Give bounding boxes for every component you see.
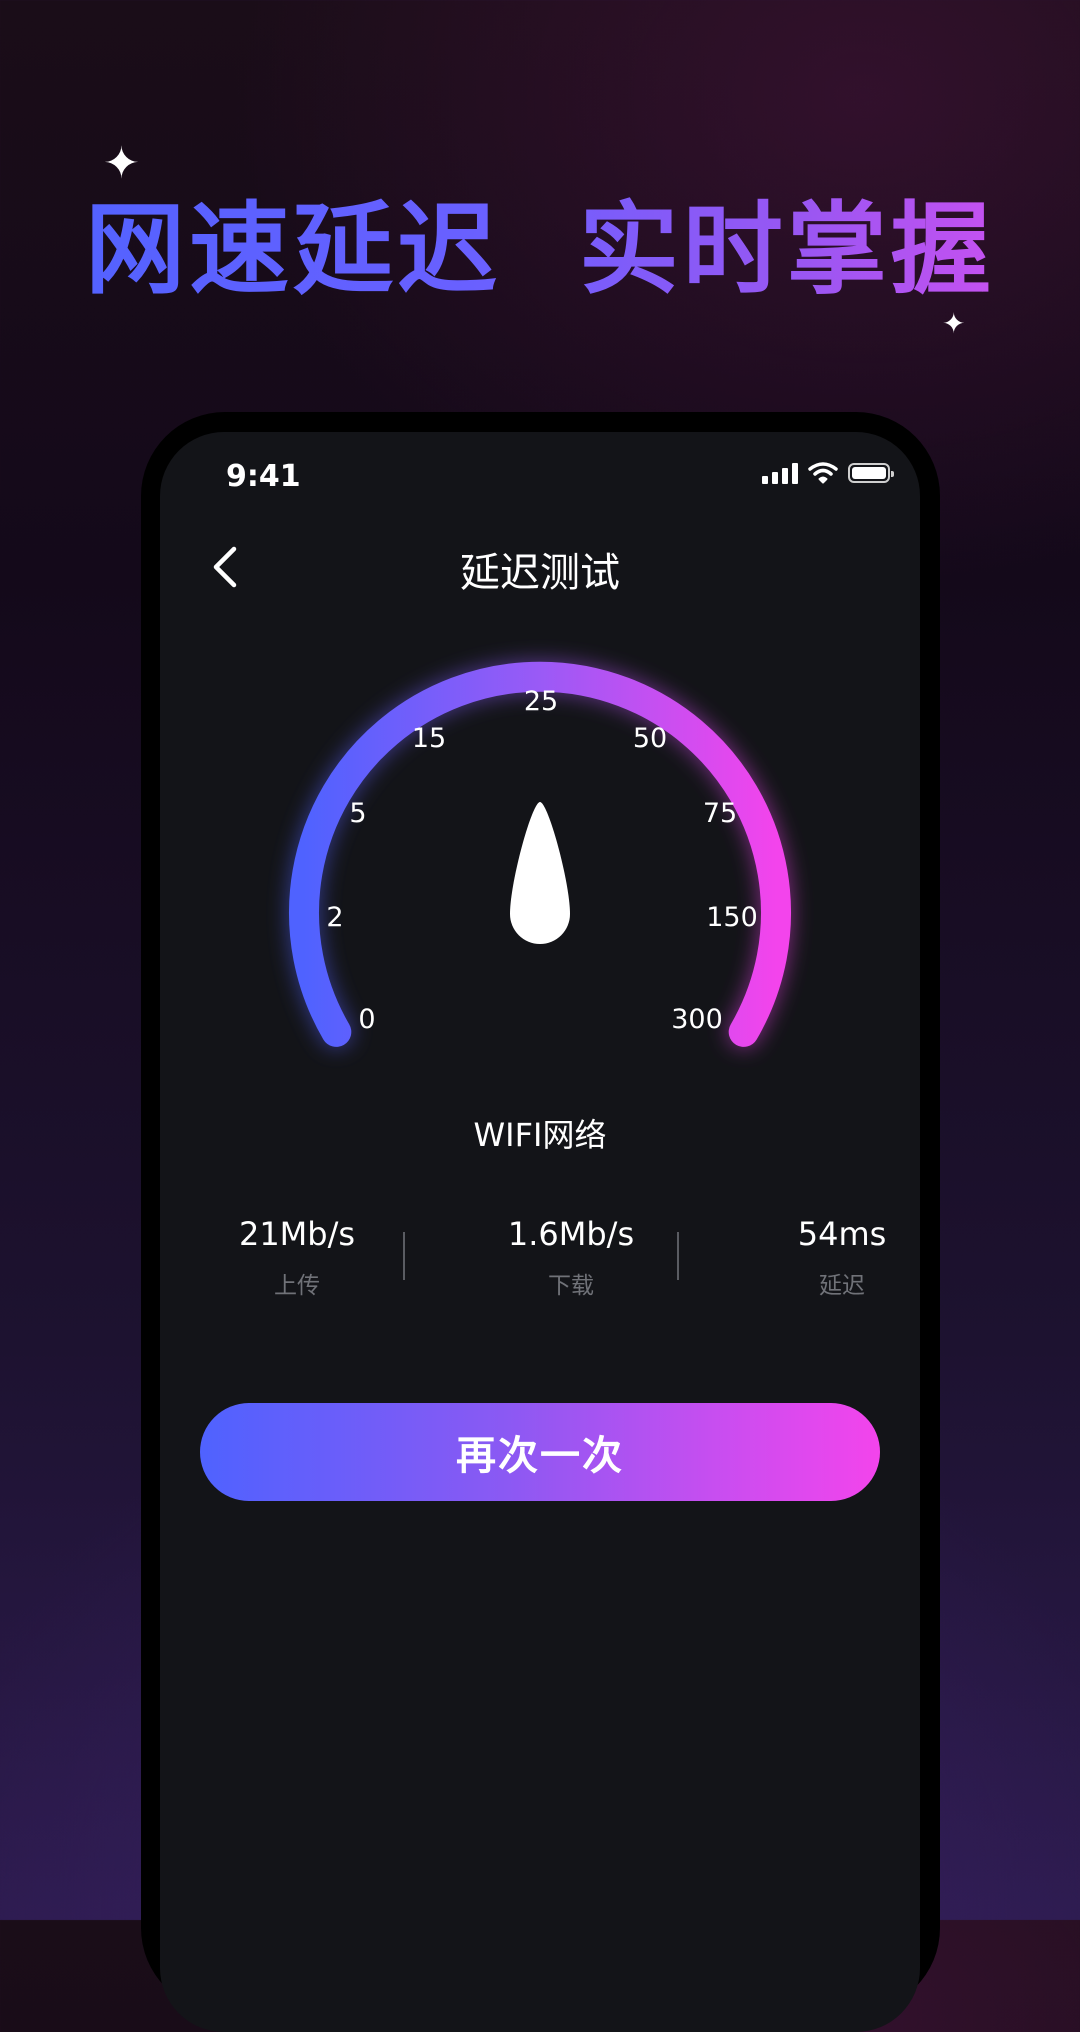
signal-icon	[762, 462, 798, 484]
gauge-needle	[510, 802, 570, 944]
network-type-label: WIFI网络	[473, 1116, 607, 1154]
gauge-tick-label: 50	[633, 723, 667, 754]
latency-value: 54ms	[797, 1215, 887, 1253]
download-value: 1.6Mb/s	[507, 1215, 635, 1253]
sparkle-icon: ✦	[103, 138, 140, 189]
download-stat: 1.6Mb/s 下载	[441, 1214, 701, 1300]
gauge-tick-label: 15	[412, 723, 446, 754]
promo-headline: 网速延迟 实时掌握	[0, 190, 1080, 310]
latency-label: 延迟	[819, 1273, 865, 1299]
upload-value: 21Mb/s	[238, 1215, 356, 1253]
gauge-tick-label: 25	[524, 686, 558, 717]
gauge-tick-label: 75	[703, 798, 737, 829]
wifi-icon	[808, 462, 838, 484]
latency-gauge: 0 2 5 15 25 50 75 150 300	[160, 659, 920, 1122]
battery-icon	[848, 463, 894, 483]
upload-label: 上传	[274, 1273, 320, 1299]
gauge-tick-label: 300	[671, 1004, 723, 1035]
status-icons	[762, 462, 894, 484]
stat-divider	[403, 1232, 405, 1280]
gauge-tick-label: 150	[706, 902, 758, 933]
sparkle-icon: ✦	[942, 307, 966, 340]
download-label: 下载	[548, 1273, 594, 1299]
upload-stat: 21Mb/s 上传	[167, 1214, 427, 1300]
gauge-tick-label: 2	[326, 902, 343, 933]
gauge-tick-label: 0	[358, 1004, 375, 1035]
gauge-tick-label: 5	[349, 798, 366, 829]
retry-button[interactable]: 再次一次	[200, 1403, 880, 1501]
status-time: 9:41	[226, 459, 301, 494]
latency-stat: 54ms 延迟	[712, 1214, 920, 1300]
phone-screen: 9:41 延迟测试 0 2 5 15 25 50 75 150 300 WIFI…	[160, 432, 920, 2032]
page-title: 延迟测试	[460, 550, 620, 596]
stat-divider	[677, 1232, 679, 1280]
